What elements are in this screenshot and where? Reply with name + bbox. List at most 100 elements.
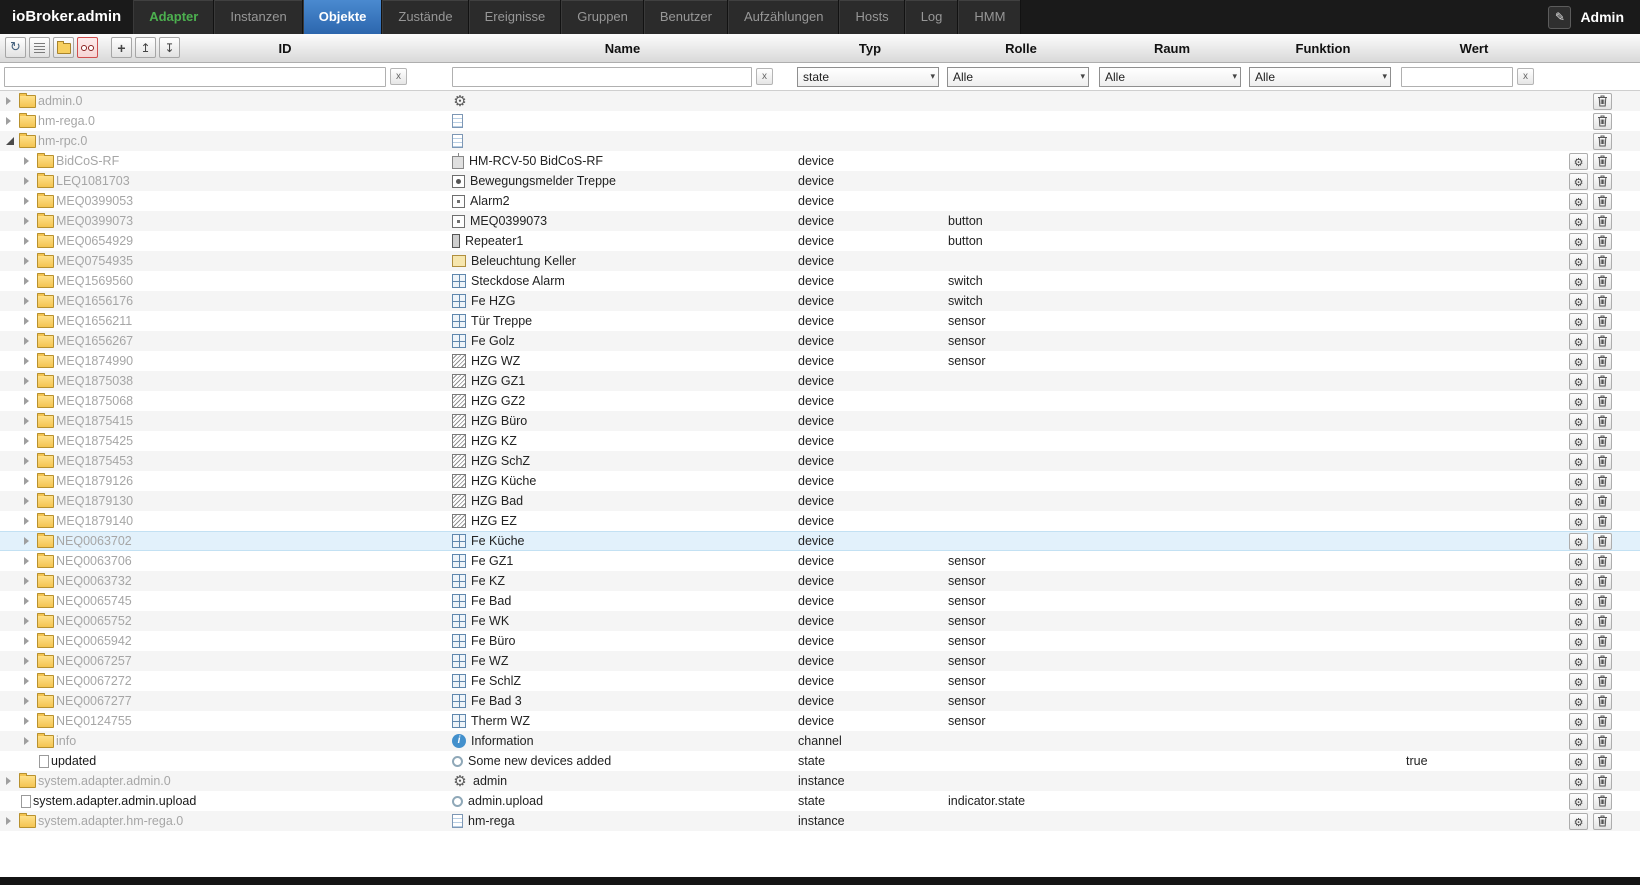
refresh-button[interactable]: ↻ (5, 37, 26, 58)
table-row[interactable]: MEQ1875415 HZG Büro device (0, 411, 1640, 431)
edit-object-button[interactable] (1569, 752, 1588, 770)
delete-object-button[interactable] (1593, 532, 1612, 550)
delete-object-button[interactable] (1593, 92, 1612, 110)
expand-arrow-icon[interactable] (22, 656, 35, 666)
expand-arrow-icon[interactable] (22, 416, 35, 426)
delete-object-button[interactable] (1593, 592, 1612, 610)
expand-arrow-icon[interactable] (22, 236, 35, 246)
table-row[interactable]: MEQ0754935 Beleuchtung Keller device (0, 251, 1640, 271)
table-row[interactable]: MEQ1875038 HZG GZ1 device (0, 371, 1640, 391)
function-filter-select[interactable]: Alle ▾ (1249, 66, 1391, 87)
table-row[interactable]: NEQ0124755 Therm WZ device sensor (0, 711, 1640, 731)
expand-arrow-icon[interactable] (22, 156, 35, 166)
room-filter-select[interactable]: Alle ▾ (1099, 66, 1241, 87)
expand-arrow-icon[interactable] (22, 496, 35, 506)
clear-name-filter-button[interactable]: x (756, 68, 773, 85)
edit-object-button[interactable] (1569, 372, 1588, 390)
delete-object-button[interactable] (1593, 512, 1612, 530)
delete-object-button[interactable] (1593, 352, 1612, 370)
table-row[interactable]: hm-rega.0 (0, 111, 1640, 131)
delete-object-button[interactable] (1593, 632, 1612, 650)
table-row[interactable]: MEQ0654929 Repeater1 device button (0, 231, 1640, 251)
delete-object-button[interactable] (1593, 692, 1612, 710)
expand-arrow-icon[interactable] (22, 396, 35, 406)
expand-arrow-icon[interactable] (4, 816, 17, 826)
expand-arrow-icon[interactable] (22, 476, 35, 486)
role-filter-select[interactable]: Alle ▾ (947, 66, 1089, 87)
tab-instanzen[interactable]: Instanzen (214, 0, 303, 34)
tab-ereignisse[interactable]: Ereignisse (468, 0, 562, 34)
clear-value-filter-button[interactable]: x (1517, 68, 1534, 85)
edit-object-button[interactable] (1569, 312, 1588, 330)
delete-object-button[interactable] (1593, 472, 1612, 490)
table-row[interactable]: MEQ1656176 Fe HZG device switch (0, 291, 1640, 311)
edit-object-button[interactable] (1569, 272, 1588, 290)
table-row[interactable]: MEQ1874990 HZG WZ device sensor (0, 351, 1640, 371)
expand-arrow-icon[interactable] (4, 776, 17, 786)
id-filter-input[interactable] (4, 66, 386, 87)
delete-object-button[interactable] (1593, 132, 1612, 150)
expand-arrow-icon[interactable] (22, 456, 35, 466)
delete-object-button[interactable] (1593, 612, 1612, 630)
value-filter-input[interactable] (1401, 66, 1513, 87)
table-row[interactable]: admin.0 (0, 91, 1640, 111)
delete-object-button[interactable] (1593, 112, 1612, 130)
table-row[interactable]: system.adapter.hm-rega.0 hm-rega instanc… (0, 811, 1640, 831)
delete-object-button[interactable] (1593, 752, 1612, 770)
expand-arrow-icon[interactable] (22, 676, 35, 686)
expand-arrow-icon[interactable] (4, 116, 17, 126)
expand-arrow-icon[interactable] (22, 516, 35, 526)
delete-object-button[interactable] (1593, 392, 1612, 410)
expand-arrow-icon[interactable] (22, 176, 35, 186)
edit-object-button[interactable] (1569, 632, 1588, 650)
expand-arrow-icon[interactable] (22, 536, 35, 546)
table-row[interactable]: updated Some new devices added state tru… (0, 751, 1640, 771)
expand-arrow-icon[interactable] (4, 96, 17, 106)
expand-arrow-icon[interactable] (22, 616, 35, 626)
expand-arrow-icon[interactable] (22, 256, 35, 266)
type-filter-select[interactable]: state ▾ (797, 66, 939, 87)
delete-object-button[interactable] (1593, 212, 1612, 230)
collapse-arrow-icon[interactable] (4, 136, 17, 146)
edit-object-button[interactable] (1569, 772, 1588, 790)
table-row[interactable]: MEQ0399053 Alarm2 device (0, 191, 1640, 211)
edit-object-button[interactable] (1569, 452, 1588, 470)
edit-admin-button[interactable]: ✎ (1548, 5, 1572, 29)
table-row[interactable]: MEQ1875453 HZG SchZ device (0, 451, 1640, 471)
collapse-all-button[interactable]: ↥ (135, 37, 156, 58)
edit-object-button[interactable] (1569, 192, 1588, 210)
table-row[interactable]: NEQ0067277 Fe Bad 3 device sensor (0, 691, 1640, 711)
delete-object-button[interactable] (1593, 332, 1612, 350)
add-object-button[interactable]: + (111, 37, 132, 58)
table-row[interactable]: MEQ1879140 HZG EZ device (0, 511, 1640, 531)
edit-object-button[interactable] (1569, 292, 1588, 310)
edit-object-button[interactable] (1569, 712, 1588, 730)
delete-object-button[interactable] (1593, 152, 1612, 170)
table-row[interactable]: MEQ1656211 Tür Treppe device sensor (0, 311, 1640, 331)
tab-hmm[interactable]: HMM (958, 0, 1022, 34)
expand-arrow-icon[interactable] (22, 436, 35, 446)
delete-object-button[interactable] (1593, 312, 1612, 330)
expand-arrow-icon[interactable] (22, 336, 35, 346)
edit-object-button[interactable] (1569, 572, 1588, 590)
edit-object-button[interactable] (1569, 812, 1588, 830)
delete-object-button[interactable] (1593, 732, 1612, 750)
expand-arrow-icon[interactable] (22, 636, 35, 646)
delete-object-button[interactable] (1593, 272, 1612, 290)
table-row[interactable]: NEQ0065745 Fe Bad device sensor (0, 591, 1640, 611)
delete-object-button[interactable] (1593, 772, 1612, 790)
expand-arrow-icon[interactable] (22, 196, 35, 206)
list-view-button[interactable] (29, 37, 50, 58)
edit-object-button[interactable] (1569, 332, 1588, 350)
table-row[interactable]: system.adapter.admin.0 admin instance (0, 771, 1640, 791)
expand-arrow-icon[interactable] (22, 696, 35, 706)
delete-object-button[interactable] (1593, 412, 1612, 430)
edit-object-button[interactable] (1569, 412, 1588, 430)
expand-arrow-icon[interactable] (22, 276, 35, 286)
edit-object-button[interactable] (1569, 592, 1588, 610)
table-row[interactable]: MEQ1879130 HZG Bad device (0, 491, 1640, 511)
delete-object-button[interactable] (1593, 432, 1612, 450)
table-row[interactable]: MEQ1569560 Steckdose Alarm device switch (0, 271, 1640, 291)
edit-object-button[interactable] (1569, 512, 1588, 530)
edit-object-button[interactable] (1569, 152, 1588, 170)
